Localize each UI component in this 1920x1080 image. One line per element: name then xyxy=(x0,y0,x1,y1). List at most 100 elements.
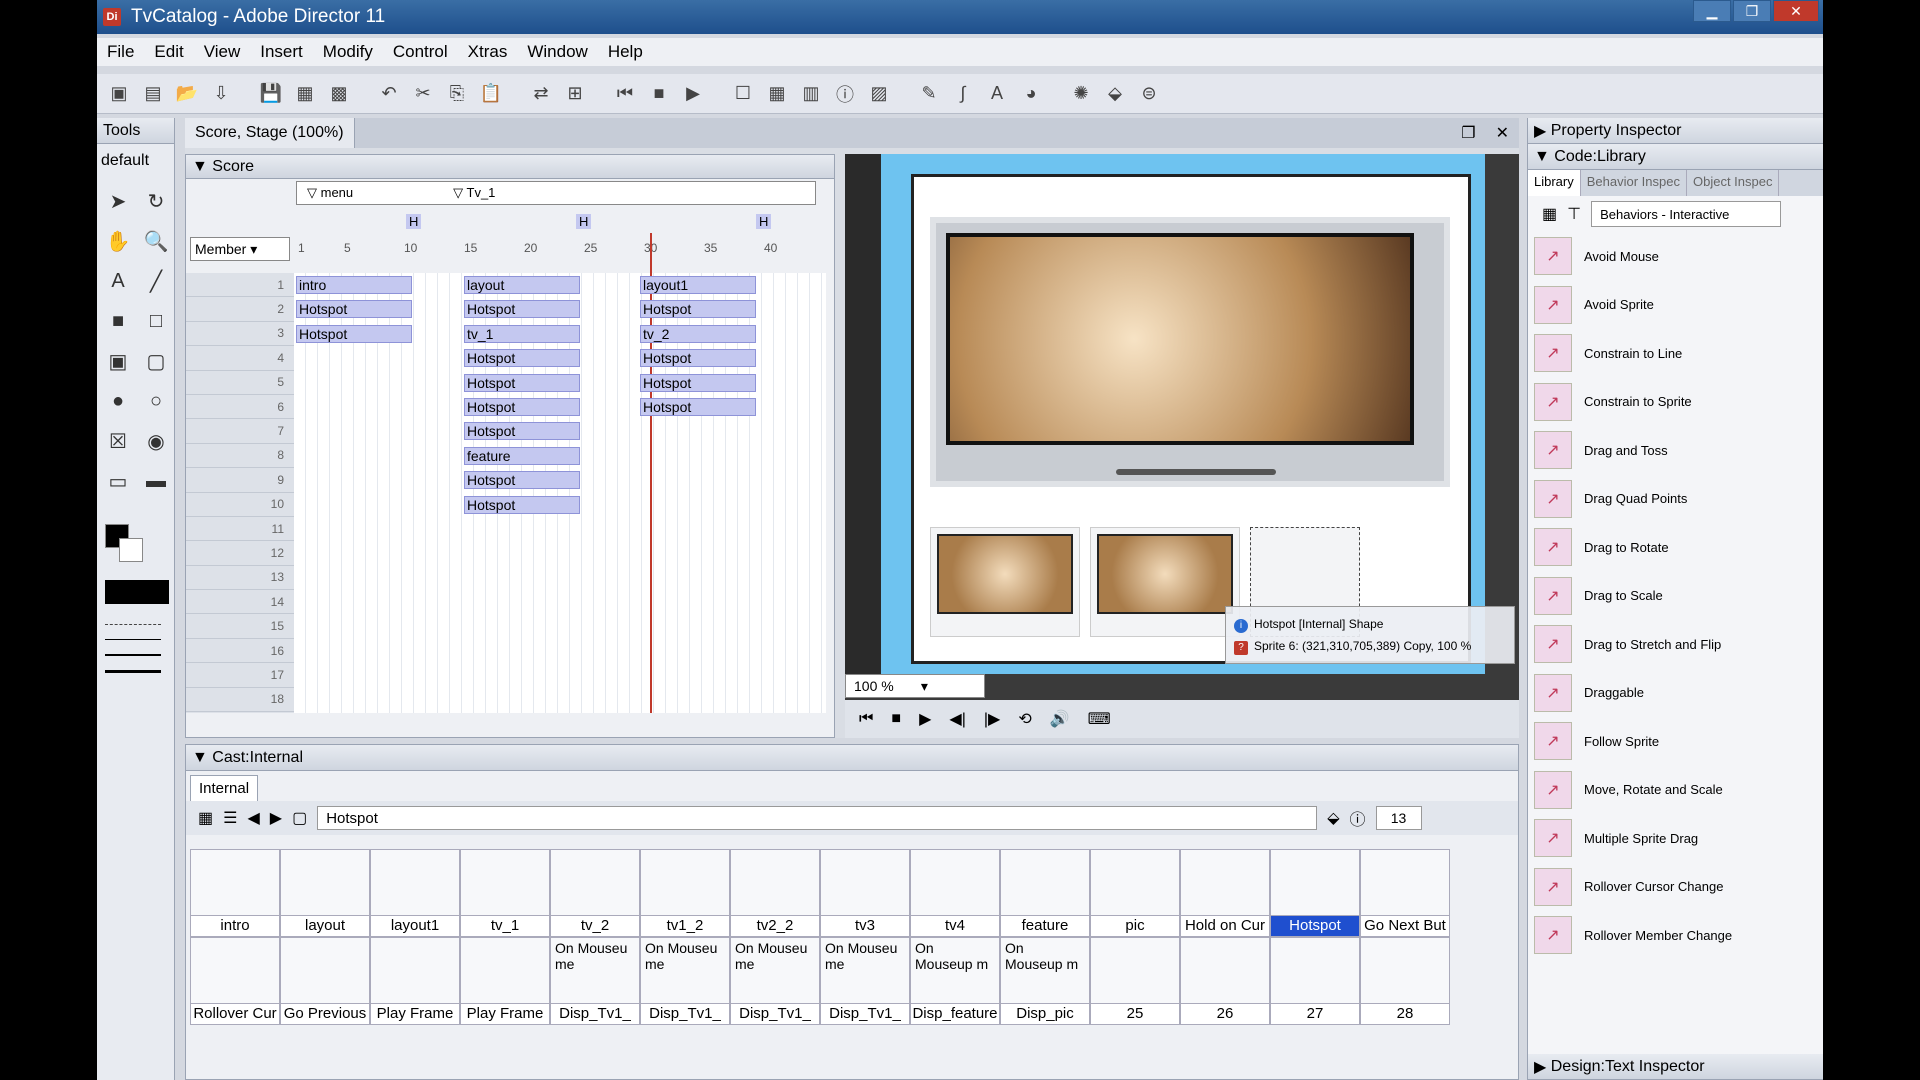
cast-member[interactable]: tv4 xyxy=(910,849,1000,937)
sprite-span[interactable]: Hotspot xyxy=(464,373,580,392)
behavior-item[interactable]: ↗ Drag and Toss xyxy=(1528,426,1823,475)
cast-member[interactable]: Go Next But xyxy=(1360,849,1450,937)
menu-window[interactable]: Window xyxy=(517,42,597,62)
behavior-item[interactable]: ↗ Drag Quad Points xyxy=(1528,475,1823,524)
cast-member[interactable]: Go Previous xyxy=(280,937,370,1025)
volume-icon[interactable]: 🔊 xyxy=(1050,709,1070,729)
line-tool-icon[interactable]: ╱ xyxy=(141,266,171,296)
cast-member[interactable]: layout1 xyxy=(370,849,460,937)
menu-xtras[interactable]: Xtras xyxy=(458,42,518,62)
cast-member[interactable]: On Mouseu me Disp_Tv1_ xyxy=(550,937,640,1025)
import-icon[interactable]: ⇩ xyxy=(207,80,235,108)
channel-number[interactable]: 6 xyxy=(186,395,294,420)
maximize-button[interactable]: ❐ xyxy=(1733,0,1771,22)
cast-member[interactable]: Hold on Cur xyxy=(1180,849,1270,937)
sprite-span[interactable]: Hotspot xyxy=(464,495,580,514)
stage-play-icon[interactable]: ▶ xyxy=(919,709,931,729)
sprite-span[interactable]: layout1 xyxy=(640,276,756,294)
line-width-selector[interactable] xyxy=(105,624,161,684)
cast-member[interactable]: On Mouseu me Disp_Tv1_ xyxy=(820,937,910,1025)
library-tree-icon[interactable]: ⊤ xyxy=(1567,204,1581,224)
sprite-span[interactable]: Hotspot xyxy=(640,398,756,416)
member-name-field[interactable]: Hotspot xyxy=(317,806,1318,830)
channel-number[interactable]: 2 xyxy=(186,297,294,322)
sprite-span[interactable]: Hotspot xyxy=(464,471,580,490)
cast-member[interactable]: On Mouseup m Disp_pic xyxy=(1000,937,1090,1025)
sprite-span[interactable]: Hotspot xyxy=(464,422,580,441)
channel-number[interactable]: 17 xyxy=(186,663,294,688)
list-view-icon[interactable]: ☰ xyxy=(223,808,237,828)
cast-member[interactable]: tv_1 xyxy=(460,849,550,937)
filled-ellipse-tool-icon[interactable]: ● xyxy=(103,386,133,416)
sprite-span[interactable]: Hotspot xyxy=(296,324,412,343)
behavior-item[interactable]: ↗ Drag to Scale xyxy=(1528,572,1823,621)
roundrect-tool-icon[interactable]: ▢ xyxy=(141,346,171,376)
zoom-tool-icon[interactable]: 🔍 xyxy=(141,226,171,256)
channel-number[interactable]: 1 xyxy=(186,273,294,298)
library-tab[interactable]: Behavior Inspec xyxy=(1581,170,1687,196)
minimize-button[interactable]: ▁ xyxy=(1693,0,1731,22)
new-cast-icon[interactable]: ▤ xyxy=(139,80,167,108)
behavior-item[interactable]: ↗ Move, Rotate and Scale xyxy=(1528,766,1823,815)
cast-member[interactable]: On Mouseu me Disp_Tv1_ xyxy=(640,937,730,1025)
library-tab[interactable]: Library xyxy=(1528,170,1581,196)
sprite-span[interactable]: Hotspot xyxy=(640,373,756,392)
radio-tool-icon[interactable]: ◉ xyxy=(141,426,171,456)
close-button[interactable]: ✕ xyxy=(1773,0,1819,22)
library-view-icon[interactable]: ▦ xyxy=(1542,204,1557,224)
menu-modify[interactable]: Modify xyxy=(313,42,383,62)
behavior-item[interactable]: ↗ Avoid Mouse xyxy=(1528,232,1823,281)
member-info-icon[interactable]: ⓘ xyxy=(1350,806,1366,830)
thumbnail-view-icon[interactable]: ▦ xyxy=(198,808,213,828)
channel-number[interactable]: 13 xyxy=(186,566,294,591)
behavior-item[interactable]: ↗ Draggable xyxy=(1528,669,1823,718)
filled-roundrect-tool-icon[interactable]: ▣ xyxy=(103,346,133,376)
align-icon[interactable]: ⊞ xyxy=(561,80,589,108)
behavior-item[interactable]: ↗ Avoid Sprite xyxy=(1528,281,1823,330)
frame-script-3[interactable]: H xyxy=(756,213,772,229)
menu-help[interactable]: Help xyxy=(598,42,653,62)
zoom-dropdown[interactable]: 100 % ▾ xyxy=(845,674,985,698)
marker-tv1[interactable]: ▽ Tv_1 xyxy=(453,185,495,201)
sprite-span[interactable]: tv_2 xyxy=(640,324,756,343)
channel-number[interactable]: 12 xyxy=(186,541,294,566)
marker-menu[interactable]: ▽ menu xyxy=(307,185,353,201)
step-back-icon[interactable]: ◀| xyxy=(949,709,965,729)
stage-window-icon[interactable]: ☐ xyxy=(729,80,757,108)
cast-member[interactable]: Play Frame xyxy=(460,937,550,1025)
menu-edit[interactable]: Edit xyxy=(144,42,193,62)
channel-number[interactable]: 15 xyxy=(186,614,294,639)
message-icon[interactable]: ⊜ xyxy=(1135,80,1163,108)
marker-bar[interactable]: ▽ menu ▽ Tv_1 xyxy=(296,181,816,205)
tv-thumb-2[interactable] xyxy=(1090,527,1240,637)
cast-member[interactable]: 25 xyxy=(1090,937,1180,1025)
menu-insert[interactable]: Insert xyxy=(250,42,313,62)
behavior-item[interactable]: ↗ Drag to Stretch and Flip xyxy=(1528,620,1823,669)
sprite-span[interactable]: Hotspot xyxy=(640,300,756,319)
cast-member[interactable]: Rollover Cur xyxy=(190,937,280,1025)
channel-number[interactable]: 14 xyxy=(186,590,294,615)
field-tool-icon[interactable]: ▭ xyxy=(103,466,133,496)
prev-member-icon[interactable]: ◀ xyxy=(247,808,259,828)
cast-member[interactable]: On Mouseu me Disp_Tv1_ xyxy=(730,937,820,1025)
behavior-item[interactable]: ↗ Constrain to Sprite xyxy=(1528,378,1823,427)
behavior-item[interactable]: ↗ Rollover Cursor Change xyxy=(1528,863,1823,912)
next-member-icon[interactable]: ▶ xyxy=(270,808,282,828)
sprite-span[interactable]: intro xyxy=(296,276,412,294)
cut-icon[interactable]: ✂ xyxy=(409,80,437,108)
code-library-header[interactable]: ▼ Code:Library xyxy=(1528,144,1823,170)
xtras-icon[interactable]: ⬙ xyxy=(1101,80,1129,108)
script-icon[interactable]: ⬙ xyxy=(1327,808,1339,828)
paint-icon[interactable]: ✎ xyxy=(915,80,943,108)
exchange-icon[interactable]: ⇄ xyxy=(527,80,555,108)
button-tool-icon[interactable]: ▬ xyxy=(141,466,171,496)
behavior-item[interactable]: ↗ Rollover Member Change xyxy=(1528,911,1823,960)
channel-number[interactable]: 16 xyxy=(186,639,294,664)
tools-preset[interactable]: default xyxy=(97,144,174,178)
channel-number[interactable]: 7 xyxy=(186,419,294,444)
frame-script-2[interactable]: H xyxy=(576,213,592,229)
cast-member[interactable]: Hotspot xyxy=(1270,849,1360,937)
copy-icon[interactable]: ⎘ xyxy=(443,80,471,108)
cast-member[interactable]: pic xyxy=(1090,849,1180,937)
cast-member[interactable]: tv2_2 xyxy=(730,849,820,937)
